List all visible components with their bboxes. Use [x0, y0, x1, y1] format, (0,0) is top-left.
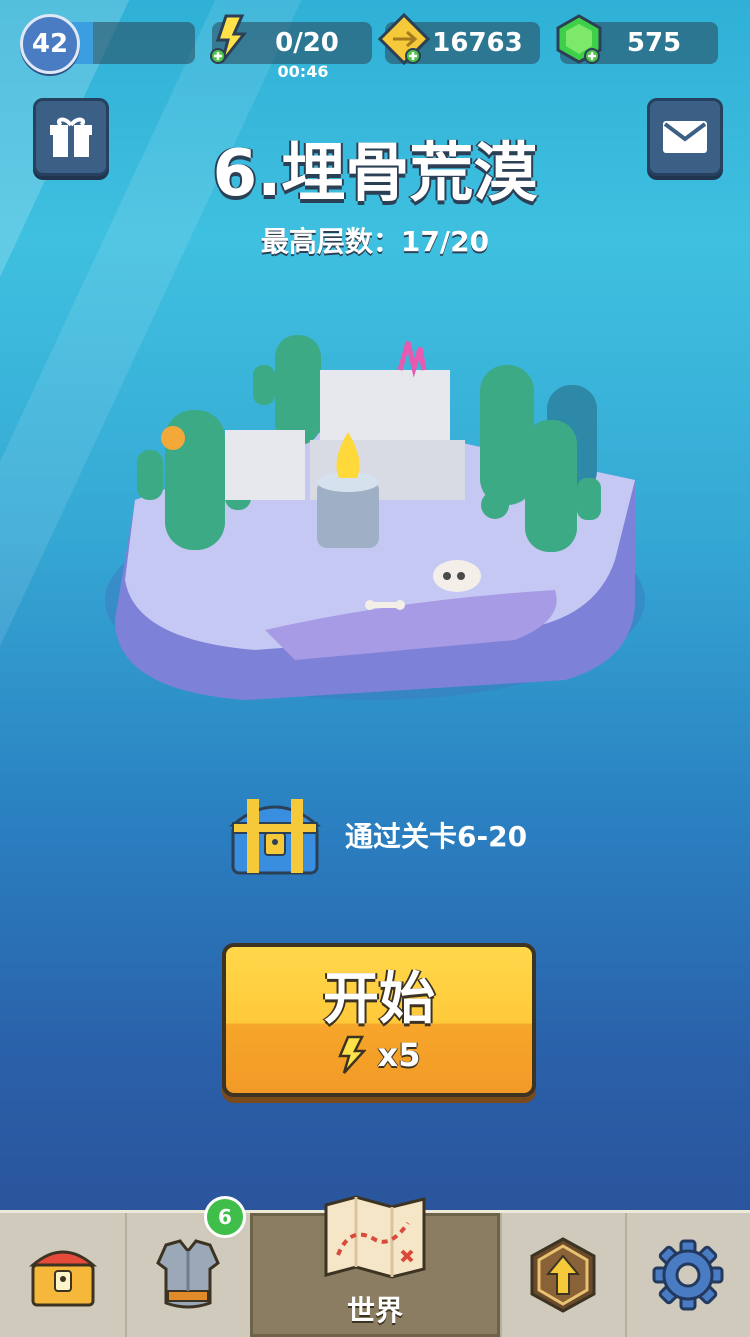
gems-value: 575: [626, 28, 682, 58]
nav-item-chests[interactable]: [0, 1213, 127, 1337]
skull: [433, 560, 481, 592]
nav-item-upgrade[interactable]: [500, 1213, 627, 1337]
player-level: 42: [31, 29, 69, 59]
gold-value: 16763: [432, 28, 523, 58]
stage-reward[interactable]: 通过关卡6-20: [225, 785, 565, 885]
best-floor: 最高层数：17/20: [260, 225, 490, 258]
gear-icon: [652, 1239, 723, 1311]
nav-item-world[interactable]: 世界: [250, 1195, 502, 1337]
gems-counter[interactable]: 575: [556, 14, 718, 64]
map-icon: [324, 1195, 426, 1279]
gold-icon: [377, 12, 431, 66]
gem-icon: [556, 14, 602, 64]
chest-icon: [28, 1250, 97, 1307]
start-label: 开始: [323, 967, 435, 1032]
stage-title: 6.埋骨荒漠: [212, 137, 538, 211]
treasure-chest-icon: [228, 799, 322, 875]
start-button[interactable]: 开始 x5: [222, 943, 536, 1097]
desert-island[interactable]: [95, 300, 655, 740]
upgrade-icon: [530, 1237, 595, 1313]
nav-item-settings[interactable]: [625, 1213, 750, 1337]
energy-icon: [337, 1035, 366, 1074]
energy-timer: 00:46: [277, 62, 329, 81]
top-bar: 42 0/20 16763 575: [0, 12, 750, 74]
cactus-back: [253, 335, 321, 445]
energy-counter[interactable]: 0/20: [210, 14, 372, 64]
player-level-badge[interactable]: 42: [20, 14, 80, 74]
reward-condition: 通过关卡6-20: [345, 820, 528, 853]
gold-counter[interactable]: 16763: [377, 12, 540, 66]
nav-label-world: 世界: [346, 1294, 403, 1327]
start-cost: x5: [337, 1035, 421, 1075]
equipment-badge: 6: [204, 1196, 246, 1238]
energy-icon: [210, 14, 248, 64]
energy-value: 0/20: [275, 28, 339, 58]
bottom-nav: 世界: [0, 1195, 750, 1337]
start-cost-value: x5: [377, 1036, 421, 1074]
armor-icon: [155, 1239, 220, 1309]
